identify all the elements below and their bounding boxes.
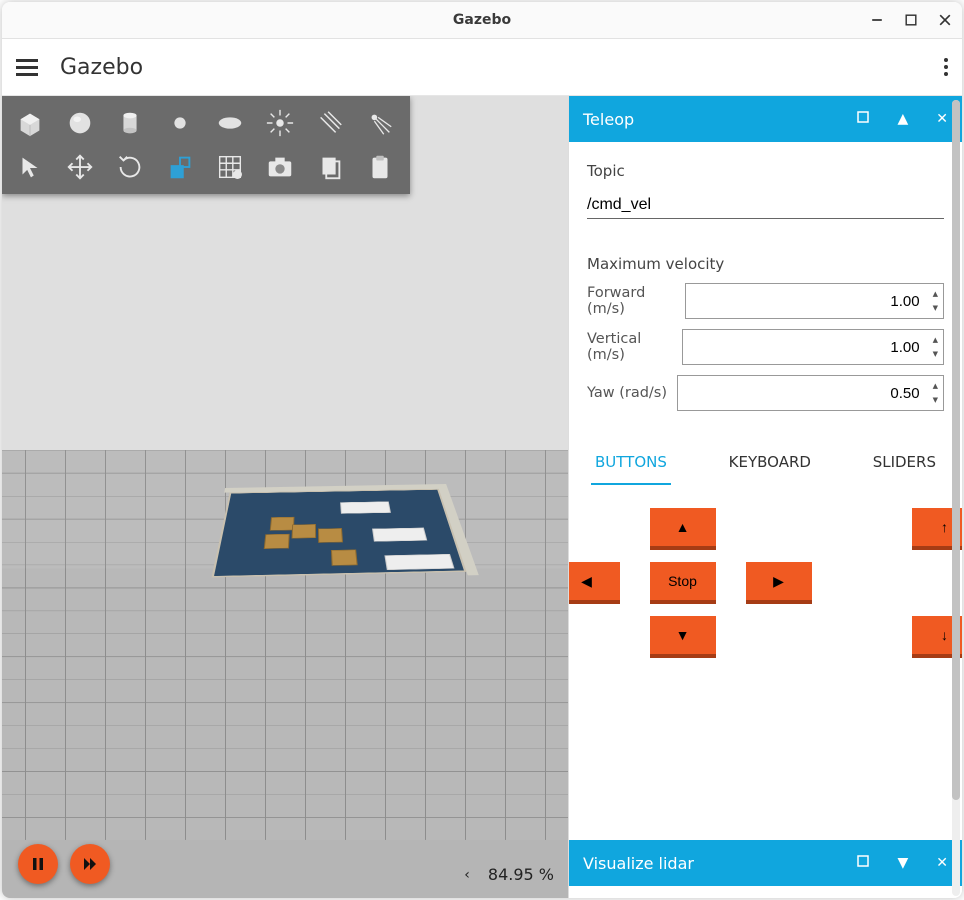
titlebar: Gazebo: [2, 2, 962, 39]
scene-room: [211, 489, 466, 578]
vertical-number-input[interactable]: ▲▼: [682, 329, 944, 365]
forward-number-input[interactable]: ▲▼: [685, 283, 944, 319]
teleop-title: Teleop: [583, 110, 634, 129]
status-chevron-left-icon[interactable]: ‹: [464, 867, 470, 883]
dpad-forward-button[interactable]: ▲: [650, 508, 716, 550]
window: Gazebo Gazebo: [2, 2, 962, 898]
scale-tool-icon[interactable]: [156, 146, 204, 188]
tab-keyboard[interactable]: KEYBOARD: [725, 443, 815, 485]
menu-hamburger-icon[interactable]: [16, 59, 38, 76]
insert-point-light-icon[interactable]: [256, 102, 304, 144]
window-minimize-button[interactable]: [870, 13, 884, 27]
scrollbar-thumb[interactable]: [952, 100, 960, 800]
window-close-button[interactable]: [938, 13, 952, 27]
dpad-stop-button[interactable]: Stop: [650, 562, 716, 604]
insert-capsule-icon[interactable]: [156, 102, 204, 144]
insert-box-icon[interactable]: [6, 102, 54, 144]
copy-tool-icon[interactable]: [306, 146, 354, 188]
grid-tool-icon[interactable]: [206, 146, 254, 188]
forward-label: Forward (m/s): [587, 285, 685, 317]
teleop-panel: Teleop ▲ ✕ Topic Maximum velocity Forwa: [569, 96, 962, 684]
yaw-number-input[interactable]: ▲▼: [677, 375, 944, 411]
lidar-title: Visualize lidar: [583, 854, 694, 873]
sim-play-controls: [18, 844, 110, 884]
teleop-dpad: ▲ ↑ ◀ Stop ▶ ▼ ↓: [587, 508, 944, 658]
pause-button[interactable]: [18, 844, 58, 884]
paste-tool-icon[interactable]: [356, 146, 404, 188]
lidar-panel-header[interactable]: Visualize lidar ▼ ✕: [569, 840, 962, 886]
insert-sphere-icon[interactable]: [56, 102, 104, 144]
teleop-tabs: BUTTONS KEYBOARD SLIDERS: [591, 443, 940, 486]
overflow-menu-button[interactable]: [944, 55, 948, 79]
yaw-step-up[interactable]: ▲: [928, 379, 943, 393]
yaw-step-down[interactable]: ▼: [928, 393, 943, 407]
vertical-step-down[interactable]: ▼: [928, 347, 943, 361]
side-scrollbar[interactable]: [952, 100, 960, 896]
app-title: Gazebo: [60, 55, 143, 80]
teleop-panel-header[interactable]: Teleop ▲ ✕: [569, 96, 962, 142]
topic-input[interactable]: [587, 190, 944, 219]
maxvel-label: Maximum velocity: [587, 255, 944, 273]
forward-value[interactable]: [686, 293, 928, 310]
lidar-panel: Visualize lidar ▼ ✕: [569, 840, 962, 898]
step-forward-button[interactable]: [70, 844, 110, 884]
vertical-label: Vertical (m/s): [587, 331, 682, 363]
window-maximize-button[interactable]: [904, 13, 918, 27]
panel-maximize-icon[interactable]: [857, 855, 869, 871]
panel-close-icon[interactable]: ✕: [936, 855, 948, 871]
rotate-tool-icon[interactable]: [106, 146, 154, 188]
window-title: Gazebo: [453, 12, 511, 28]
topic-label: Topic: [587, 162, 944, 180]
side-panel-column: Teleop ▲ ✕ Topic Maximum velocity Forwa: [568, 96, 962, 898]
realtime-factor: 84.95 %: [488, 865, 554, 884]
forward-step-down[interactable]: ▼: [928, 301, 943, 315]
forward-step-up[interactable]: ▲: [928, 287, 943, 301]
panel-maximize-icon[interactable]: [857, 111, 869, 127]
insert-directional-light-icon[interactable]: [306, 102, 354, 144]
3d-viewport[interactable]: ‹ 84.95 %: [2, 96, 568, 898]
dpad-back-button[interactable]: ▼: [650, 616, 716, 658]
yaw-label: Yaw (rad/s): [587, 385, 667, 401]
translate-tool-icon[interactable]: [56, 146, 104, 188]
dpad-left-button[interactable]: ◀: [568, 562, 620, 604]
tab-buttons[interactable]: BUTTONS: [591, 443, 671, 485]
screenshot-tool-icon[interactable]: [256, 146, 304, 188]
vertical-value[interactable]: [683, 339, 928, 356]
tab-sliders[interactable]: SLIDERS: [869, 443, 940, 485]
panel-collapse-icon[interactable]: ▲: [897, 111, 908, 127]
app-bar: Gazebo: [2, 39, 962, 96]
select-tool-icon[interactable]: [6, 146, 54, 188]
yaw-value[interactable]: [678, 385, 928, 402]
vertical-step-up[interactable]: ▲: [928, 333, 943, 347]
window-controls: [870, 2, 952, 38]
panel-close-icon[interactable]: ✕: [936, 111, 948, 127]
content: ‹ 84.95 % Teleop ▲ ✕: [2, 96, 962, 898]
insert-spot-light-icon[interactable]: [356, 102, 404, 144]
insert-ellipsoid-icon[interactable]: [206, 102, 254, 144]
insert-cylinder-icon[interactable]: [106, 102, 154, 144]
dpad-right-button[interactable]: ▶: [746, 562, 812, 604]
panel-expand-icon[interactable]: ▼: [897, 855, 908, 871]
viewport-toolbar: [2, 96, 410, 194]
status-bar: ‹ 84.95 %: [464, 865, 554, 884]
